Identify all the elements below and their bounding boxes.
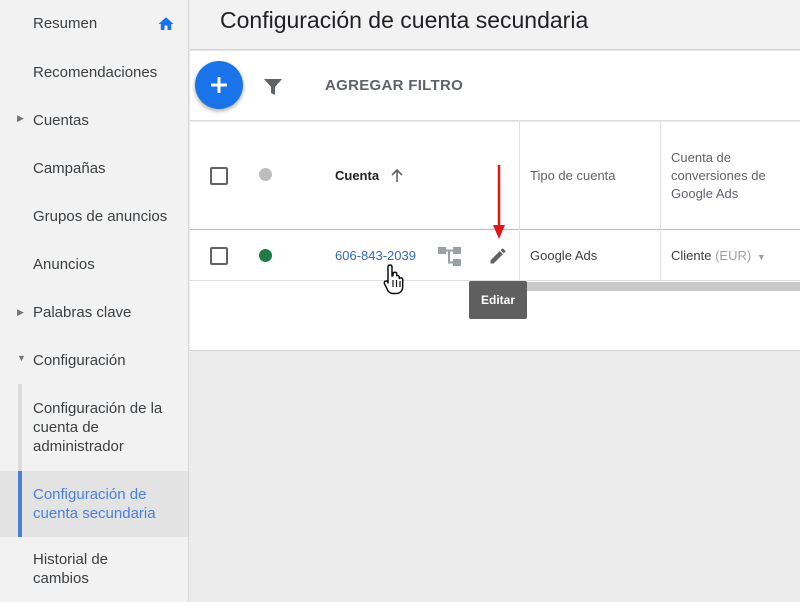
account-hierarchy-icon[interactable]: [437, 246, 463, 268]
sidebar-item-config-secundaria[interactable]: Configuración de cuenta secundaria: [0, 471, 188, 537]
sidebar-item-label: Resumen: [33, 15, 98, 32]
sidebar-item-label: Configuración: [33, 352, 126, 369]
column-divider: [519, 122, 520, 230]
sidebar-item-label: Palabras clave: [33, 304, 132, 321]
toolbar: AGREGAR FILTRO: [190, 51, 800, 121]
hand-cursor-icon: [383, 264, 404, 295]
conversion-account-value: Cliente: [671, 248, 712, 263]
caret-down-icon: ▼: [17, 353, 26, 363]
column-header-tipo-de-cuenta[interactable]: Tipo de cuenta: [530, 167, 616, 185]
sidebar-item-label: Grupos de anuncios: [33, 208, 168, 225]
sidebar-item-label: Recomendaciones: [33, 64, 158, 81]
caret-right-icon: ▶: [17, 307, 24, 317]
row-checkbox[interactable]: [210, 247, 228, 265]
sidebar-item-label: Anuncios: [33, 256, 95, 273]
annotation-arrow-icon: [493, 165, 505, 239]
select-all-checkbox[interactable]: [210, 167, 228, 185]
sidebar-item-anuncios[interactable]: Anuncios: [0, 240, 188, 288]
sidebar-nav: Resumen Recomendaciones ▶ Cuentas Campañ…: [0, 0, 189, 602]
column-header-cuenta[interactable]: Cuenta: [335, 167, 379, 185]
plus-icon: [211, 77, 227, 93]
sidebar-item-label: Historial de cambios: [33, 551, 109, 587]
column-divider: [660, 231, 661, 281]
currency-label: (EUR): [715, 248, 752, 263]
sidebar-item-label: Configuración de la cuenta de administra…: [33, 400, 163, 455]
account-type-cell: Google Ads: [530, 248, 598, 263]
sidebar-item-config-administrador[interactable]: Configuración de la cuenta de administra…: [0, 384, 188, 471]
page-title: Configuración de cuenta secundaria: [220, 7, 589, 33]
sidebar-item-cuentas[interactable]: ▶ Cuentas: [0, 96, 188, 144]
sidebar-item-label: Campañas: [33, 160, 106, 177]
column-divider: [519, 231, 520, 281]
home-icon: [158, 17, 174, 30]
sidebar-item-resumen[interactable]: Resumen: [0, 0, 188, 48]
horizontal-scrollbar[interactable]: [520, 282, 800, 291]
edit-tooltip: Editar: [469, 281, 527, 319]
filter-icon[interactable]: [263, 77, 283, 97]
add-button[interactable]: [195, 61, 243, 109]
sidebar-item-palabras-clave[interactable]: ▶ Palabras clave: [0, 288, 188, 336]
sidebar-item-label: Configuración de cuenta secundaria: [33, 486, 156, 522]
active-indicator: [18, 471, 22, 537]
account-id-link[interactable]: 606-843-2039: [335, 248, 416, 263]
sidebar-item-grupos-de-anuncios[interactable]: Grupos de anuncios: [0, 192, 188, 240]
sidebar-item-campanas[interactable]: Campañas: [0, 144, 188, 192]
column-header-cuenta-de-conversiones[interactable]: Cuenta de conversiones de Google Ads: [671, 149, 789, 203]
sidebar-item-configuracion[interactable]: ▼ Configuración: [0, 336, 188, 384]
page-header: Configuración de cuenta secundaria: [190, 0, 800, 50]
status-header-icon: [259, 168, 272, 181]
column-divider: [660, 122, 661, 230]
sidebar-item-historial-de-cambios[interactable]: Historial de cambios: [0, 537, 188, 602]
sidebar-item-label: Cuentas: [33, 112, 89, 129]
add-filter-button[interactable]: AGREGAR FILTRO: [325, 77, 463, 94]
dropdown-arrow-icon: ▼: [756, 252, 766, 262]
conversion-account-cell[interactable]: Cliente (EUR) ▼: [671, 248, 766, 263]
caret-right-icon: ▶: [17, 113, 24, 123]
edit-pencil-icon[interactable]: [488, 246, 508, 266]
status-enabled-dot: [259, 249, 272, 262]
sort-up-icon[interactable]: [391, 169, 403, 183]
sidebar-item-recomendaciones[interactable]: Recomendaciones: [0, 48, 188, 96]
